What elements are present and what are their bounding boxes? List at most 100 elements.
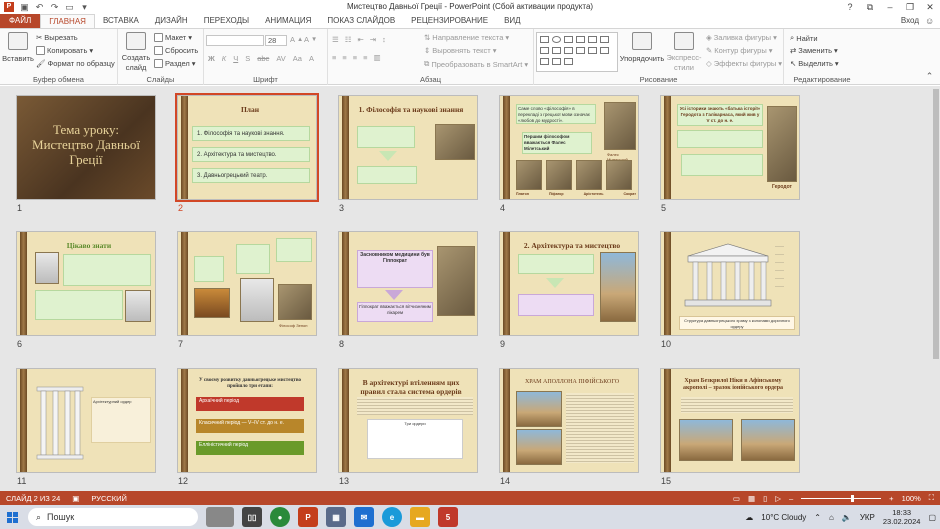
close-button[interactable]: ✕ <box>920 0 940 14</box>
redo-icon[interactable]: ↷ <box>50 2 59 12</box>
language-indicator-tray[interactable]: УКР <box>860 513 875 522</box>
change-case-button[interactable]: Aa <box>293 54 302 63</box>
app-icon[interactable]: 5 <box>438 507 458 527</box>
shape-elbow-icon[interactable] <box>588 36 597 43</box>
powerpoint-taskbar-icon[interactable]: P <box>298 507 318 527</box>
slide-thumbnail-5[interactable]: Усі історики знають «батька історії» Гер… <box>660 95 800 200</box>
customize-qat-icon[interactable]: ▾ <box>80 2 89 12</box>
normal-view-icon[interactable]: ▭ <box>733 494 740 503</box>
tab-animations[interactable]: АНИМАЦИЯ <box>257 14 319 28</box>
font-name-combo[interactable] <box>206 35 264 46</box>
weather-text[interactable]: 10°C Cloudy <box>761 513 806 522</box>
shape-curve-icon[interactable] <box>600 36 609 43</box>
align-right-icon[interactable]: ≡ <box>353 53 357 62</box>
cloud-icon[interactable]: ☁ <box>745 513 753 522</box>
reading-view-icon[interactable]: ▯ <box>763 494 767 503</box>
shape-rectangle-icon[interactable] <box>540 36 549 43</box>
slide-thumbnail-13[interactable]: В архітектурі втіленням цих правил стала… <box>338 368 478 473</box>
undo-icon[interactable]: ↶ <box>35 2 44 12</box>
tab-insert[interactable]: ВСТАВКА <box>95 14 147 28</box>
italic-button[interactable]: К <box>222 54 226 63</box>
file-explorer-icon[interactable]: ▬ <box>410 507 430 527</box>
slide-sorter-view-icon[interactable]: ▦ <box>748 494 755 503</box>
save-icon[interactable]: ▣ <box>20 2 29 12</box>
arrange-button[interactable]: Упорядочить <box>620 32 664 63</box>
volume-icon[interactable]: 🔈 <box>842 513 852 522</box>
slide-thumbnail-9[interactable]: 2. Архітектура та мистецтво <box>499 231 639 336</box>
shape-fill-button[interactable]: ◈ Заливка фигуры ▾ <box>706 33 777 42</box>
network-icon[interactable]: ⌂ <box>829 513 834 522</box>
zoom-in-icon[interactable]: + <box>889 494 893 503</box>
shape-diamond-icon[interactable] <box>552 58 561 65</box>
fit-slide-icon[interactable]: ⛶ <box>929 493 934 503</box>
clock[interactable]: 18:33 23.02.2024 <box>883 508 921 526</box>
start-from-beginning-icon[interactable]: ▭ <box>65 2 74 12</box>
scrollbar-thumb[interactable] <box>933 89 939 359</box>
slide-thumbnail-15[interactable]: Храм Безкрилої Ніки в Афінському акропол… <box>660 368 800 473</box>
font-size-combo[interactable]: 28 <box>265 35 287 46</box>
bold-button[interactable]: Ж <box>208 54 215 63</box>
slide-thumbnail-2[interactable]: План 1. Філософія та наукові знання. 2. … <box>175 93 319 202</box>
slideshow-view-icon[interactable]: ▷ <box>775 494 781 503</box>
slide-thumbnail-12[interactable]: У своєму розвитку давньогрецьке мистецтв… <box>177 368 317 473</box>
slide-thumbnail-6[interactable]: Цікаво знати <box>16 231 156 336</box>
slide-thumbnail-1[interactable]: Тема уроку: Мистецтво Давньої Греції <box>16 95 156 200</box>
select-button[interactable]: ↖ Выделить ▾ <box>790 59 839 68</box>
slide-thumbnail-3[interactable]: 1. Філософія та наукові знання <box>338 95 478 200</box>
vertical-scrollbar[interactable] <box>932 86 940 491</box>
ribbon-display-options-button[interactable]: ⧉ <box>860 0 880 14</box>
notifications-icon[interactable]: ▢ <box>928 513 936 522</box>
increase-indent-icon[interactable]: ⇥ <box>370 35 376 44</box>
smiley-feedback-icon[interactable]: ☺ <box>925 16 934 26</box>
zoom-slider[interactable] <box>801 494 882 502</box>
tray-chevron-icon[interactable]: ⌃ <box>814 513 821 522</box>
shape-effects-button[interactable]: ◇ Эффекты фигуры ▾ <box>706 59 782 68</box>
tab-review[interactable]: РЕЦЕНЗИРОВАНИЕ <box>403 14 496 28</box>
shape-rounded-rect-icon[interactable] <box>552 47 561 54</box>
shape-outline-button[interactable]: ✎ Контур фигуры ▾ <box>706 46 773 55</box>
shape-callout-icon[interactable] <box>600 47 609 54</box>
layout-button[interactable]: Макет ▾ <box>154 33 192 42</box>
paste-button[interactable]: Вставить <box>2 32 34 63</box>
slide-thumbnail-4[interactable]: Саме слово «філософія» в перекладі з гре… <box>499 95 639 200</box>
tab-view[interactable]: ВИД <box>496 14 529 28</box>
tab-design[interactable]: ДИЗАЙН <box>147 14 196 28</box>
copy-button[interactable]: Копировать ▾ <box>36 46 93 55</box>
shapes-gallery[interactable] <box>536 32 618 72</box>
tab-slide-show[interactable]: ПОКАЗ СЛАЙДОВ <box>319 14 403 28</box>
align-left-icon[interactable]: ≡ <box>332 53 336 62</box>
language-indicator[interactable]: РУССКИЙ <box>85 494 133 503</box>
columns-icon[interactable]: ▥ <box>374 53 381 62</box>
strikethrough-button[interactable]: abc <box>257 54 269 63</box>
minimize-button[interactable]: – <box>880 0 900 14</box>
quick-styles-button[interactable]: Экспресс- стили <box>665 32 703 72</box>
tab-file[interactable]: ФАЙЛ <box>0 14 41 28</box>
cut-button[interactable]: ✂ Вырезать <box>36 33 78 42</box>
help-button[interactable]: ? <box>840 0 860 14</box>
slide-thumbnail-11[interactable]: Архітектурний ордер <box>16 368 156 473</box>
maximize-button[interactable]: ❐ <box>900 0 920 14</box>
edge-icon[interactable]: e <box>382 507 402 527</box>
grow-font-button[interactable]: A ▲ <box>290 35 303 44</box>
slide-thumbnail-8[interactable]: Засновником медицини був Гіппократ Гіппо… <box>338 231 478 336</box>
shape-line-icon[interactable] <box>564 36 573 43</box>
format-painter-button[interactable]: 🖌 Формат по образцу <box>36 59 115 68</box>
shrink-font-button[interactable]: A ▼ <box>304 35 317 44</box>
align-center-icon[interactable]: ≡ <box>342 53 346 62</box>
collapse-ribbon-icon[interactable]: ⌃ <box>925 72 934 81</box>
new-slide-button[interactable]: Создать слайд <box>121 32 151 72</box>
shape-star-icon[interactable] <box>576 47 585 54</box>
slide-thumbnail-10[interactable]: ——— ——— ——— ——— ——— ——— Структура давньогрець… <box>660 231 800 336</box>
shape-pentagon-icon[interactable] <box>564 47 573 54</box>
search-highlight-icon[interactable] <box>206 507 234 527</box>
start-button[interactable] <box>0 505 24 529</box>
tab-home[interactable]: ГЛАВНАЯ <box>40 14 95 28</box>
justify-icon[interactable]: ≡ <box>363 53 367 62</box>
char-spacing-button[interactable]: AV <box>276 54 285 63</box>
zoom-level[interactable]: 100% <box>902 494 921 503</box>
task-view-icon[interactable]: ▯▯ <box>242 507 262 527</box>
convert-smartart-button[interactable]: ⧉ Преобразовать в SmartArt ▾ <box>424 59 528 69</box>
find-button[interactable]: ⌕ Найти <box>790 33 818 43</box>
underline-button[interactable]: Ч <box>233 54 238 63</box>
reset-button[interactable]: Сбросить <box>154 46 198 55</box>
